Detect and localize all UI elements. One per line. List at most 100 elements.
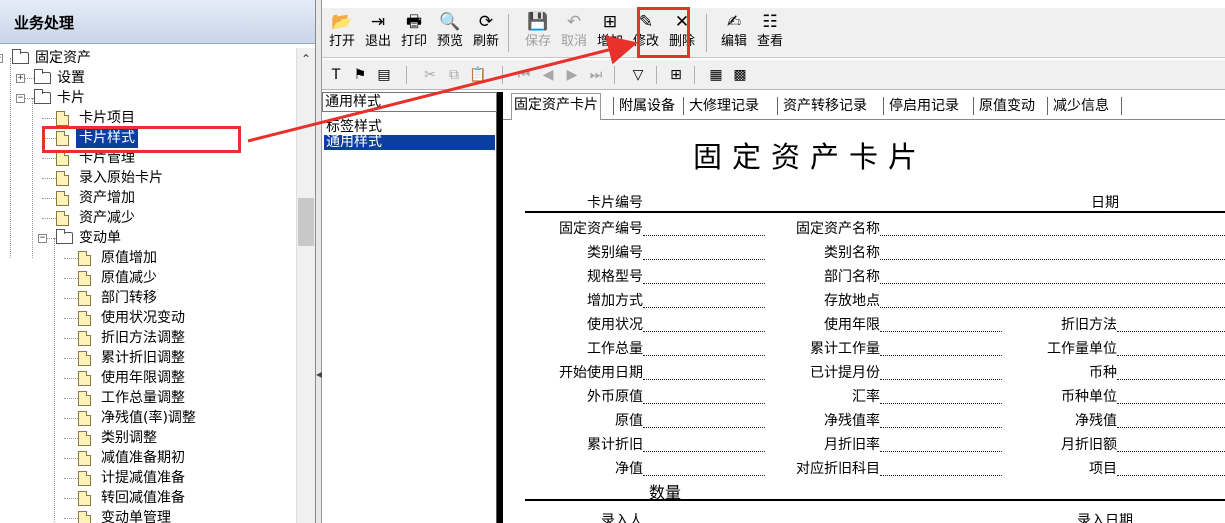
- tree-node[interactable]: 录入原始卡片: [0, 168, 296, 188]
- tree-node[interactable]: 使用年限调整: [0, 368, 296, 388]
- print-button[interactable]: 🖶 打印: [396, 11, 432, 57]
- toolbar-separator: [656, 66, 657, 84]
- tab-item[interactable]: 附属设备: [617, 95, 677, 117]
- field-value-line[interactable]: [880, 235, 1225, 236]
- style-list-item[interactable]: 标签样式: [324, 120, 495, 135]
- tree-node[interactable]: − 变动单: [0, 228, 296, 248]
- tree-node[interactable]: 卡片项目: [0, 108, 296, 128]
- flag-icon[interactable]: ⚑: [350, 65, 370, 85]
- field-value-line[interactable]: [643, 235, 765, 236]
- field-value-line[interactable]: [643, 283, 765, 284]
- field-value-line[interactable]: [880, 475, 1002, 476]
- style-combo[interactable]: 通用样式: [322, 92, 497, 112]
- tab-item[interactable]: 固定资产卡片: [511, 93, 601, 120]
- calculator-icon[interactable]: ▦: [706, 65, 726, 85]
- open-button[interactable]: 📂 打开: [324, 11, 360, 57]
- edit-button[interactable]: ✍ 编辑: [716, 11, 752, 57]
- cut-icon[interactable]: ✂: [420, 65, 440, 85]
- field-value-line[interactable]: [880, 451, 1002, 452]
- tree-node[interactable]: 计提减值准备: [0, 468, 296, 488]
- field-value-line[interactable]: [643, 379, 765, 380]
- collapse-icon[interactable]: −: [16, 94, 25, 103]
- tree-node[interactable]: 原值增加: [0, 248, 296, 268]
- chart-icon[interactable]: ▩: [730, 65, 750, 85]
- field-value-line[interactable]: [643, 427, 765, 428]
- text-tool-icon[interactable]: T: [326, 65, 346, 85]
- field-value-line[interactable]: [643, 331, 765, 332]
- tab-item[interactable]: 减少信息: [1051, 95, 1111, 117]
- field-value-line[interactable]: [643, 451, 765, 452]
- collapse-icon[interactable]: −: [38, 234, 47, 243]
- card-rule: [525, 499, 1225, 501]
- field-value-line[interactable]: [643, 259, 765, 260]
- grid-view-icon[interactable]: ⊞: [666, 65, 686, 85]
- field-value-line[interactable]: [1117, 379, 1225, 380]
- tree-node[interactable]: 变动单管理: [0, 508, 296, 523]
- tab-item[interactable]: 资产转移记录: [781, 95, 869, 117]
- field-value-line[interactable]: [1117, 451, 1225, 452]
- tree-node[interactable]: 类别调整: [0, 428, 296, 448]
- tree-node[interactable]: − 固定资产: [0, 48, 296, 68]
- tab-separator: [1047, 97, 1048, 115]
- view-button[interactable]: ☷ 查看: [752, 11, 788, 57]
- add-button[interactable]: ⊞ 增加: [592, 11, 628, 57]
- style-list-item[interactable]: 通用样式: [324, 135, 495, 150]
- tree-scrollbar[interactable]: ⌃: [296, 48, 315, 523]
- next-record-icon[interactable]: ▶: [562, 65, 582, 85]
- scroll-up-icon[interactable]: ⌃: [301, 52, 311, 66]
- tree-node[interactable]: 折旧方法调整: [0, 328, 296, 348]
- refresh-button[interactable]: ⟳ 刷新: [468, 11, 504, 57]
- tab-item[interactable]: 停启用记录: [887, 95, 961, 117]
- field-value-line[interactable]: [880, 355, 1002, 356]
- field-value-line[interactable]: [880, 427, 1002, 428]
- field-value-line[interactable]: [1117, 355, 1225, 356]
- first-record-icon[interactable]: ⏮: [514, 65, 534, 85]
- tree-node[interactable]: 转回减值准备: [0, 488, 296, 508]
- tree-node[interactable]: 减值准备期初: [0, 448, 296, 468]
- last-record-icon[interactable]: ⏭: [586, 65, 606, 85]
- collapse-icon[interactable]: −: [0, 54, 3, 63]
- tree-connector: [64, 338, 78, 339]
- tree-node[interactable]: 工作总量调整: [0, 388, 296, 408]
- filter-icon[interactable]: ▽: [628, 65, 648, 85]
- field-value-line[interactable]: [880, 259, 1225, 260]
- document-icon: [78, 351, 91, 366]
- paste-icon[interactable]: 📋: [468, 65, 488, 85]
- tree-node[interactable]: + 设置: [0, 68, 296, 88]
- tree-node[interactable]: 累计折旧调整: [0, 348, 296, 368]
- field-value-line[interactable]: [1117, 475, 1225, 476]
- tree-node[interactable]: 净残值(率)调整: [0, 408, 296, 428]
- tree-node[interactable]: 原值减少: [0, 268, 296, 288]
- field-label: 外币原值: [587, 389, 643, 405]
- field-value-line[interactable]: [880, 379, 1002, 380]
- toolbar-button-label: 退出: [364, 34, 391, 49]
- exit-button[interactable]: ⇥ 退出: [360, 11, 396, 57]
- tree-node[interactable]: − 卡片: [0, 88, 296, 108]
- save-button[interactable]: 💾 保存: [520, 11, 556, 57]
- field-value-line[interactable]: [643, 307, 765, 308]
- field-value-line[interactable]: [1117, 331, 1225, 332]
- field-value-line[interactable]: [643, 355, 765, 356]
- tab-item[interactable]: 大修理记录: [687, 95, 761, 117]
- field-value-line[interactable]: [880, 403, 1002, 404]
- field-value-line[interactable]: [880, 283, 1225, 284]
- field-value-line[interactable]: [643, 475, 765, 476]
- expand-icon[interactable]: +: [16, 74, 25, 83]
- tab-item[interactable]: 原值变动: [977, 95, 1037, 117]
- copy-icon[interactable]: ⧉: [444, 65, 464, 85]
- field-value-line[interactable]: [643, 403, 765, 404]
- tree-node[interactable]: 资产增加: [0, 188, 296, 208]
- field-value-line[interactable]: [1117, 403, 1225, 404]
- form-icon[interactable]: ▤: [374, 65, 394, 85]
- cancel-button[interactable]: ↶ 取消: [556, 11, 592, 57]
- field-value-line[interactable]: [880, 331, 1002, 332]
- tree-node[interactable]: 资产减少: [0, 208, 296, 228]
- document-icon: [78, 371, 91, 386]
- tree-node[interactable]: 使用状况变动: [0, 308, 296, 328]
- tree-node[interactable]: 部门转移: [0, 288, 296, 308]
- scroll-thumb[interactable]: [298, 198, 314, 246]
- prev-record-icon[interactable]: ◀: [538, 65, 558, 85]
- field-value-line[interactable]: [880, 307, 1225, 308]
- field-value-line[interactable]: [1117, 427, 1225, 428]
- preview-button[interactable]: 🔍 预览: [432, 11, 468, 57]
